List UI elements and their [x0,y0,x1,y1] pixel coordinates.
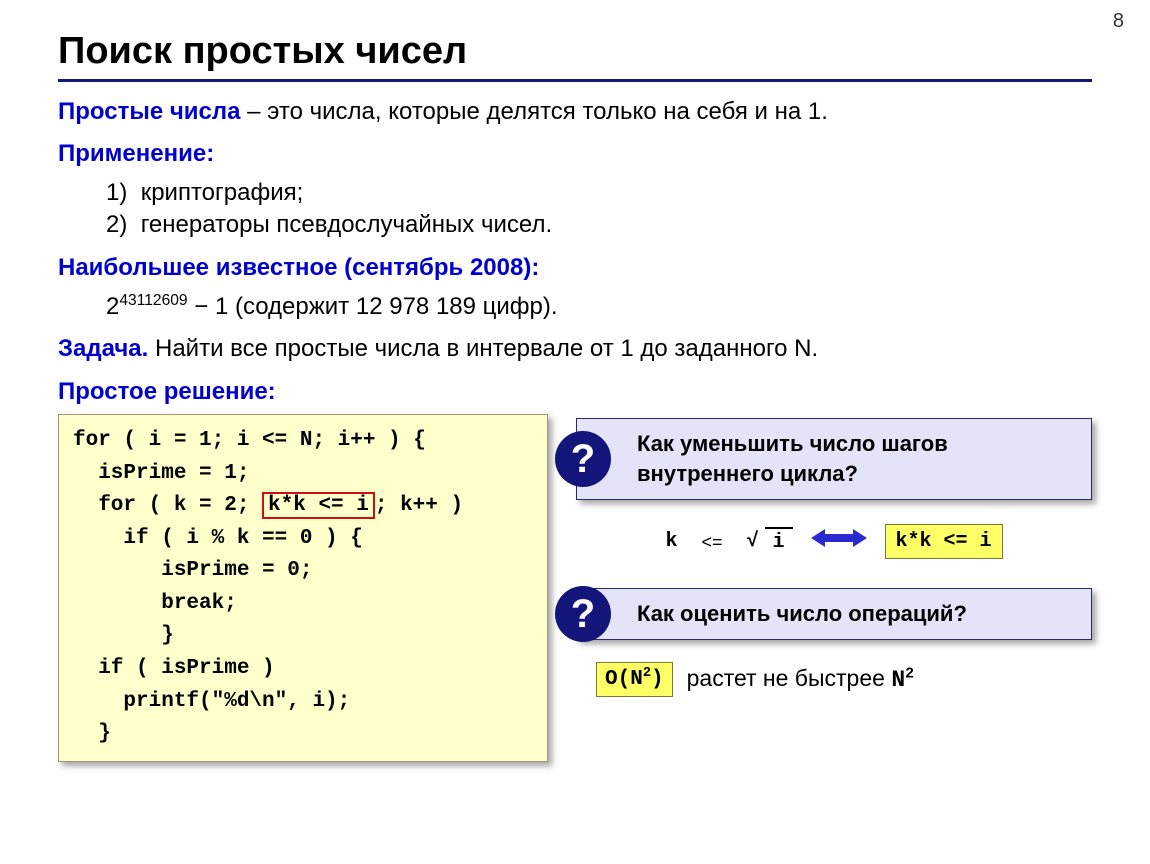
question-icon: ? [555,586,611,642]
largest-value: 243112609 − 1 (содержит 12 978 189 цифр)… [106,290,1092,323]
big-o-box: O(N2) [596,662,673,697]
page-number: 8 [1113,10,1124,33]
code-block: for ( i = 1; i <= N; i++ ) { isPrime = 1… [58,414,548,761]
definition-term: Простые числа [58,98,241,125]
app-item-1: 1) криптография; [106,177,1092,209]
slide-title: Поиск простых чисел [58,30,1092,73]
callout-estimate-ops: ? Как оценить число операций? [576,588,1092,640]
definition: Простые числа – это числа, которые делят… [58,96,1092,128]
big-o-row: O(N2) растет не быстрее N2 [596,662,1092,697]
applications-heading: Применение: [58,138,1092,170]
big-o-text: растет не быстрее N2 [687,663,914,696]
double-arrow-icon [811,522,867,563]
title-rule [58,79,1092,82]
applications-list: 1) криптография; 2) генераторы псевдослу… [106,177,1092,242]
definition-rest: – это числа, которые делятся только на с… [241,98,828,125]
sqrt-expression: k <= √i [665,527,792,556]
callout-reduce-steps: ? Как уменьшить число шагов внутреннего … [576,418,1092,499]
app-item-2: 2) генераторы псевдослучайных чисел. [106,209,1092,241]
task: Задача. Найти все простые числа в интерв… [58,333,1092,365]
slide: Поиск простых чисел Простые числа – это … [0,0,1150,762]
equivalence-row: k <= √i k*k <= i [576,522,1092,563]
largest-heading: Наибольшее известное (сентябрь 2008): [58,252,1092,284]
question-icon: ? [555,431,611,487]
solution-heading: Простое решение: [58,376,1092,408]
kk-box: k*k <= i [885,524,1003,559]
code-highlight: k*k <= i [262,492,375,519]
